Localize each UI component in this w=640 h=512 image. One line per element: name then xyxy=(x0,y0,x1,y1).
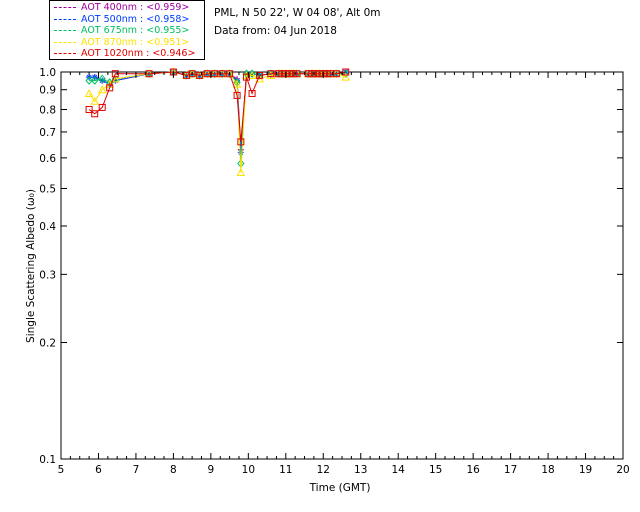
legend-swatch xyxy=(54,30,76,31)
x-tick-label: 8 xyxy=(170,464,177,476)
plot-area xyxy=(60,71,624,460)
chart: 5 6 7 8 9 10 11 12 13 14 15 16 17 18 19 20 1.0 0.9 0.8 0.7 0… xyxy=(25,67,630,494)
x-tick-label: 19 xyxy=(579,464,592,476)
y-tick-label: 0.3 xyxy=(39,269,56,281)
y-tick-label: 0.5 xyxy=(39,183,56,195)
series-line xyxy=(89,71,346,153)
legend-swatch xyxy=(54,41,76,43)
x-tick-label: 7 xyxy=(133,464,140,476)
y-tick-label: 0.4 xyxy=(39,221,56,233)
x-tick-label: 10 xyxy=(242,464,255,476)
legend-swatch xyxy=(54,18,76,20)
y-axis-label: Single Scattering Albedo (ω₀) xyxy=(25,189,37,343)
y-tick-label: 0.8 xyxy=(39,105,56,117)
x-tick-label: 12 xyxy=(317,464,330,476)
series-1 xyxy=(86,69,349,156)
data-point xyxy=(84,88,94,97)
legend-label: AOT 400nm : <0.959> xyxy=(81,2,190,13)
x-axis-label: Time (GMT) xyxy=(309,482,371,494)
date-info: Data from: 04 Jun 2018 xyxy=(214,25,337,37)
legend-swatch xyxy=(54,53,76,54)
x-tick-label: 15 xyxy=(429,464,442,476)
series-3 xyxy=(84,67,351,176)
y-tick-label: 0.2 xyxy=(39,338,56,350)
x-tick-label: 6 xyxy=(95,464,102,476)
series-4 xyxy=(85,68,350,146)
legend-swatch xyxy=(54,7,76,8)
x-tick-label: 17 xyxy=(504,464,517,476)
x-tick-label: 9 xyxy=(208,464,215,476)
legend: AOT 400nm : <0.959> AOT 500nm : <0.958> … xyxy=(49,0,205,60)
series-line xyxy=(89,71,346,150)
x-tick-label: 13 xyxy=(354,464,367,476)
series-2 xyxy=(85,67,350,168)
x-tick-label: 16 xyxy=(466,464,480,476)
series-line xyxy=(88,71,346,173)
series-line xyxy=(89,71,346,164)
legend-label: AOT 870nm : <0.951> xyxy=(81,36,190,48)
x-tick-label: 20 xyxy=(616,464,629,476)
x-tick-label: 5 xyxy=(58,464,65,476)
y-tick-label: 0.7 xyxy=(39,127,56,139)
y-tick-label: 0.1 xyxy=(39,454,56,466)
y-tick-label: 1.0 xyxy=(39,67,56,79)
x-tick-label: 18 xyxy=(541,464,554,476)
site-info: PML, N 50 22', W 04 08', Alt 0m xyxy=(214,7,381,19)
y-tick-label: 0.6 xyxy=(39,153,56,165)
legend-label: AOT 1020nm : <0.946> xyxy=(81,48,196,59)
legend-label: AOT 675nm : <0.955> xyxy=(81,25,190,36)
series-line xyxy=(88,71,346,142)
series-0 xyxy=(86,69,349,153)
x-tick-label: 14 xyxy=(392,464,406,476)
legend-label: AOT 500nm : <0.958> xyxy=(81,13,190,25)
x-tick-label: 11 xyxy=(279,464,292,476)
y-tick-label: 0.9 xyxy=(39,85,56,97)
